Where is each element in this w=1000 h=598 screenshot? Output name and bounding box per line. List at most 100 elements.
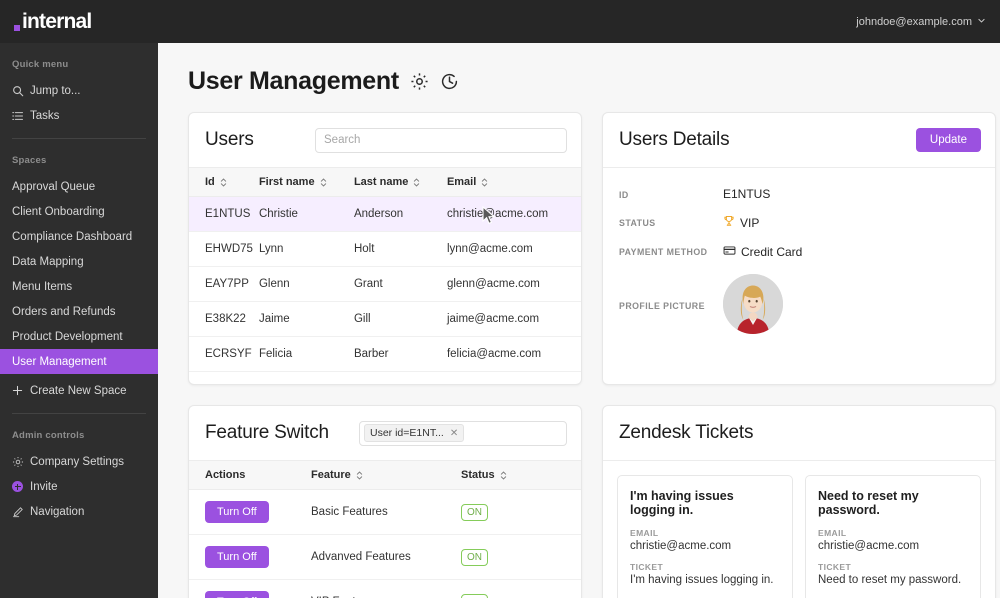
table-row: Turn Off VIP Features ON: [189, 579, 581, 598]
feature-switch-title: Feature Switch: [205, 422, 329, 443]
sidebar-item-client-onboarding[interactable]: Client Onboarding: [0, 199, 158, 224]
users-details-header: Users Details Update: [603, 113, 995, 168]
gear-icon[interactable]: [410, 72, 429, 91]
sort-icon: [356, 470, 363, 481]
column-header-id[interactable]: Id: [189, 168, 259, 197]
search-input[interactable]: [315, 127, 567, 153]
sidebar-item-menu-items[interactable]: Menu Items: [0, 274, 158, 299]
sidebar-item-label: Approval Queue: [12, 180, 96, 193]
table-row[interactable]: EHWD75 Lynn Holt lynn@acme.com: [189, 231, 581, 267]
cell-first-name: Christie: [258, 196, 354, 232]
sidebar-item-tasks[interactable]: Tasks: [0, 103, 158, 128]
page-title-row: User Management: [188, 67, 984, 96]
turn-off-button[interactable]: Turn Off: [205, 501, 269, 523]
sidebar-item-compliance-dashboard[interactable]: Compliance Dashboard: [0, 224, 158, 249]
users-table-body: E1NTUS Christie Anderson christie@acme.c…: [189, 196, 581, 372]
sidebar-item-label: Jump to...: [30, 84, 81, 97]
users-details-card: Users Details Update ID E1NTUS STATUS VI…: [602, 112, 996, 385]
topbar: johndoe@example.com: [158, 0, 1000, 43]
sidebar-item-label: User Management: [12, 355, 107, 368]
ticket-field-label-email: EMAIL: [630, 528, 659, 538]
main-area: johndoe@example.com User Management User…: [158, 0, 1000, 598]
sidebar-item-orders-and-refunds[interactable]: Orders and Refunds: [0, 299, 158, 324]
filter-field[interactable]: User id=E1NT... ✕: [359, 420, 567, 446]
history-clock-icon[interactable]: [440, 72, 459, 91]
table-header-row: Actions Feature Status: [189, 461, 581, 490]
cell-last-name: Barber: [353, 336, 447, 372]
cell-first-name: Lynn: [258, 231, 354, 267]
detail-value-wrapper: VIP: [723, 215, 759, 230]
app-root: internal Quick menu Jump to... Tasks Spa…: [0, 0, 1000, 598]
column-label: First name: [258, 176, 315, 188]
quick-menu-heading: Quick menu: [12, 59, 69, 70]
table-header-row: Id First name Last name Email: [189, 168, 581, 197]
sidebar-item-jump-to[interactable]: Jump to...: [0, 78, 158, 103]
status-badge: ON: [461, 593, 488, 598]
sidebar-item-approval-queue[interactable]: Approval Queue: [0, 174, 158, 199]
ticket-title: I'm having issues logging in.: [630, 489, 734, 517]
turn-off-button[interactable]: Turn Off: [205, 591, 269, 598]
brand-logo[interactable]: internal: [14, 10, 92, 34]
sidebar-item-company-settings[interactable]: Company Settings: [0, 449, 158, 474]
cell-feature: Basic Features: [311, 489, 461, 535]
tickets-grid: I'm having issues logging in. EMAIL chri…: [603, 461, 995, 598]
credit-card-icon: [723, 244, 736, 260]
cell-email: glenn@acme.com: [446, 266, 581, 302]
detail-value: E1NTUS: [723, 187, 771, 201]
column-header-actions: Actions: [189, 461, 311, 490]
ticket-subject: I'm having issues logging in.: [630, 574, 774, 586]
chevron-down-icon: [977, 16, 986, 28]
turn-off-button[interactable]: Turn Off: [205, 546, 269, 568]
column-header-status[interactable]: Status: [461, 461, 581, 490]
sort-icon: [481, 177, 488, 188]
cell-feature: VIP Features: [311, 579, 461, 598]
page-title: User Management: [188, 67, 399, 95]
ticket-field-label-ticket: TICKET: [630, 562, 664, 572]
table-row: Turn Off Advanved Features ON: [189, 534, 581, 580]
table-row[interactable]: E38K22 Jaime Gill jaime@acme.com: [189, 301, 581, 337]
cell-last-name: Gill: [353, 301, 447, 337]
sidebar-item-product-development[interactable]: Product Development: [0, 324, 158, 349]
table-row[interactable]: E1NTUS Christie Anderson christie@acme.c…: [189, 196, 581, 232]
close-icon[interactable]: ✕: [450, 428, 458, 439]
table-row[interactable]: ECRSYF Felicia Barber felicia@acme.com: [189, 336, 581, 372]
ticket-card[interactable]: Need to reset my password. EMAIL christi…: [805, 475, 981, 598]
column-header-first-name[interactable]: First name: [258, 168, 354, 197]
cell-id: E1NTUS: [189, 196, 259, 232]
cell-id: EAY7PP: [189, 266, 259, 302]
column-header-last-name[interactable]: Last name: [353, 168, 447, 197]
zendesk-tickets-title: Zendesk Tickets: [619, 422, 754, 443]
cell-last-name: Anderson: [353, 196, 447, 232]
sidebar: internal Quick menu Jump to... Tasks Spa…: [0, 0, 158, 598]
sidebar-item-user-management[interactable]: User Management: [0, 349, 158, 374]
column-label: Id: [205, 176, 215, 188]
cell-first-name: Felicia: [258, 336, 354, 372]
cell-first-name: Glenn: [258, 266, 354, 302]
detail-label: STATUS: [619, 218, 656, 228]
sidebar-item-invite[interactable]: Invite: [0, 474, 158, 499]
users-details-title: Users Details: [619, 129, 730, 150]
cell-actions: Turn Off: [189, 534, 311, 580]
sidebar-item-navigation[interactable]: Navigation: [0, 499, 158, 524]
status-badge: ON: [461, 503, 488, 521]
ticket-card[interactable]: I'm having issues logging in. EMAIL chri…: [617, 475, 793, 598]
filter-chip[interactable]: User id=E1NT... ✕: [364, 424, 465, 442]
column-label: Status: [461, 469, 495, 481]
admin-controls-heading: Admin controls: [12, 430, 85, 441]
feature-table-header: Actions Feature Status: [189, 461, 581, 490]
column-header-email[interactable]: Email: [446, 168, 581, 197]
create-new-space-button[interactable]: Create New Space: [0, 378, 158, 403]
table-row[interactable]: EAY7PP Glenn Grant glenn@acme.com: [189, 266, 581, 302]
column-header-feature[interactable]: Feature: [311, 461, 461, 490]
plus-icon: [12, 385, 28, 396]
detail-value-wrapper: Credit Card: [723, 244, 802, 260]
users-card-title: Users: [205, 129, 254, 150]
account-menu[interactable]: johndoe@example.com: [856, 16, 986, 28]
cell-status: ON: [461, 534, 581, 580]
sidebar-item-label: Menu Items: [12, 280, 73, 293]
sidebar-item-data-mapping[interactable]: Data Mapping: [0, 249, 158, 274]
users-details-body: ID E1NTUS STATUS VIP PAYMENT METHOD Cred…: [603, 168, 995, 351]
cell-id: EHWD75: [189, 231, 259, 267]
sort-icon: [220, 177, 227, 188]
update-button[interactable]: Update: [915, 128, 981, 152]
